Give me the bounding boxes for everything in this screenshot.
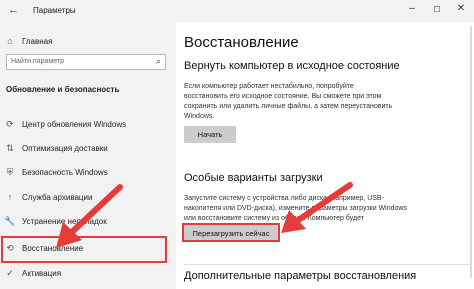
- annotation-arrows: [56, 182, 353, 248]
- arrow-to-recovery: [56, 184, 123, 248]
- arrow-to-restart: [281, 182, 353, 233]
